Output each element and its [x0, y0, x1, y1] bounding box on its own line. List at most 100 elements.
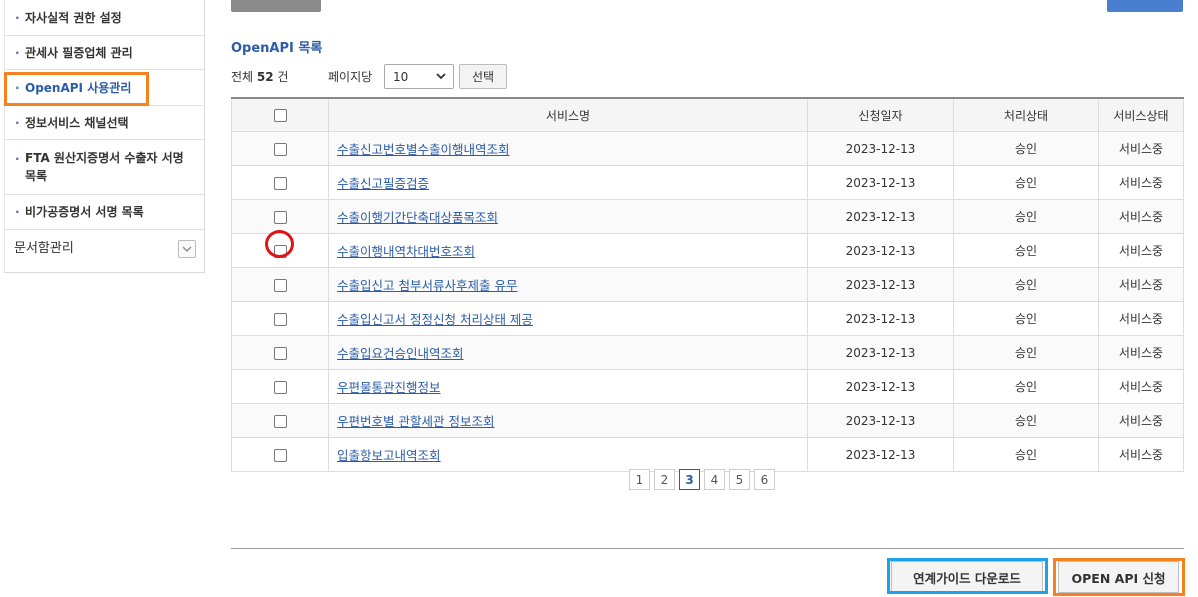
select-all-checkbox[interactable] — [273, 109, 287, 122]
table-row: 입출항보고내역조회 2023-12-13 승인 서비스중 — [231, 437, 1184, 472]
sidebar-item-label: 관세사 필증업체 관리 — [25, 45, 133, 60]
status-cell: 서비스중 — [1098, 437, 1184, 472]
sidebar-item-nonprocess[interactable]: · 비가공증명서 서명 목록 — [5, 195, 204, 230]
bullet-icon: · — [15, 10, 20, 25]
date-cell: 2023-12-13 — [807, 233, 954, 268]
open-api-apply-highlight — [1053, 558, 1185, 596]
process-cell: 승인 — [953, 437, 1099, 472]
process-cell: 승인 — [953, 199, 1099, 234]
row-checkbox[interactable] — [273, 210, 287, 224]
bullet-icon: · — [15, 115, 20, 130]
row-checkbox[interactable] — [273, 346, 287, 360]
divider — [231, 548, 1184, 549]
top-right-button[interactable] — [1107, 0, 1183, 12]
service-cell: 우편번호별 관할세관 정보조회 — [328, 403, 808, 438]
page-4-link[interactable]: 4 — [704, 469, 725, 490]
row-checkbox-cell — [231, 131, 329, 166]
row-checkbox[interactable] — [273, 312, 287, 326]
process-cell: 승인 — [953, 165, 1099, 200]
table-row: 수출입요건승인내역조회 2023-12-13 승인 서비스중 — [231, 335, 1184, 370]
sidebar-item-channel[interactable]: · 정보서비스 채널선택 — [5, 106, 204, 140]
service-link[interactable]: 수출입요건승인내역조회 — [337, 346, 464, 361]
bullet-icon: · — [15, 205, 20, 219]
total-prefix: 전체 — [231, 70, 257, 84]
status-cell: 서비스중 — [1098, 267, 1184, 302]
table-row: 수출이행내역차대번호조회 2023-12-13 승인 서비스중 — [231, 233, 1184, 268]
bullet-icon: · — [15, 152, 20, 166]
page-6-link[interactable]: 6 — [754, 469, 775, 490]
table-row: 우편물통관진행정보 2023-12-13 승인 서비스중 — [231, 369, 1184, 404]
per-page-label: 페이지당 — [328, 70, 373, 84]
process-cell: 승인 — [953, 403, 1099, 438]
page-5-link[interactable]: 5 — [729, 469, 750, 490]
row-checkbox[interactable] — [273, 414, 287, 428]
status-cell: 서비스중 — [1098, 165, 1184, 200]
service-link[interactable]: 입출항보고내역조회 — [337, 448, 441, 463]
page-1-link[interactable]: 1 — [629, 469, 650, 490]
row-checkbox[interactable] — [273, 142, 287, 156]
header-service-status: 서비스상태 — [1098, 98, 1184, 132]
service-cell: 수출신고필증검증 — [328, 165, 808, 200]
service-link[interactable]: 수출입신고서 정정신청 처리상태 제공 — [337, 312, 533, 327]
status-cell: 서비스중 — [1098, 369, 1184, 404]
service-link[interactable]: 수출이행기간단축대상품목조회 — [337, 210, 498, 225]
date-cell: 2023-12-13 — [807, 403, 954, 438]
header-process-status: 처리상태 — [953, 98, 1099, 132]
table-row: 우편번호별 관할세관 정보조회 2023-12-13 승인 서비스중 — [231, 403, 1184, 438]
service-link[interactable]: 수출입신고 첨부서류사후제출 유무 — [337, 278, 517, 293]
status-cell: 서비스중 — [1098, 301, 1184, 336]
row-checkbox[interactable] — [273, 278, 287, 292]
row-checkbox-cell — [231, 199, 329, 234]
process-cell: 승인 — [953, 335, 1099, 370]
process-cell: 승인 — [953, 131, 1099, 166]
sidebar-item-label: FTA 원산지증명서 수출자 서명 목록 — [25, 151, 184, 183]
sidebar-item-customs-broker[interactable]: · 관세사 필증업체 관리 — [5, 36, 204, 70]
date-cell: 2023-12-13 — [807, 437, 954, 472]
status-cell: 서비스중 — [1098, 403, 1184, 438]
service-link[interactable]: 수출신고번호별수출이행내역조회 — [337, 142, 510, 157]
sidebar: · 자사실적 권한 설정 · 관세사 필증업체 관리 · OpenAPI 사용관… — [4, 0, 205, 273]
date-cell: 2023-12-13 — [807, 131, 954, 166]
table-row: 수출입신고 첨부서류사후제출 유무 2023-12-13 승인 서비스중 — [231, 267, 1184, 302]
row-checkbox[interactable] — [273, 380, 287, 394]
service-link[interactable]: 수출이행내역차대번호조회 — [337, 244, 475, 259]
service-cell: 수출신고번호별수출이행내역조회 — [328, 131, 808, 166]
date-cell: 2023-12-13 — [807, 301, 954, 336]
sidebar-item-fta[interactable]: · FTA 원산지증명서 수출자 서명 목록 — [5, 140, 204, 195]
service-link[interactable]: 수출신고필증검증 — [337, 176, 429, 191]
sidebar-item-label: 자사실적 권한 설정 — [25, 10, 122, 25]
date-cell: 2023-12-13 — [807, 335, 954, 370]
guide-download-highlight — [887, 558, 1048, 594]
checkbox-highlight-circle — [265, 230, 294, 258]
date-cell: 2023-12-13 — [807, 165, 954, 200]
pagination: 1 2 3 4 5 6 — [629, 469, 775, 490]
table-row: 수출이행기간단축대상품목조회 2023-12-13 승인 서비스중 — [231, 199, 1184, 234]
per-page-select[interactable]: 10 — [384, 64, 454, 89]
top-left-button[interactable] — [231, 0, 321, 12]
page-3-link[interactable]: 3 — [679, 469, 700, 490]
sidebar-doc-menu-label: 문서함관리 — [14, 241, 74, 256]
bullet-icon: · — [15, 45, 20, 60]
status-cell: 서비스중 — [1098, 131, 1184, 166]
chevron-down-icon[interactable] — [178, 240, 196, 258]
row-checkbox[interactable] — [273, 176, 287, 190]
chevron-down-icon — [435, 69, 447, 86]
table-row: 수출신고필증검증 2023-12-13 승인 서비스중 — [231, 165, 1184, 200]
sidebar-item-own-performance[interactable]: · 자사실적 권한 설정 — [5, 0, 204, 36]
per-page-value: 10 — [393, 69, 409, 84]
service-link[interactable]: 우편번호별 관할세관 정보조회 — [337, 414, 494, 429]
date-cell: 2023-12-13 — [807, 199, 954, 234]
service-cell: 수출입신고 첨부서류사후제출 유무 — [328, 267, 808, 302]
sidebar-doc-menu[interactable]: 문서함관리 — [5, 230, 204, 268]
page-2-link[interactable]: 2 — [654, 469, 675, 490]
select-button[interactable]: 선택 — [459, 64, 507, 89]
row-checkbox-cell — [231, 369, 329, 404]
service-link[interactable]: 우편물통관진행정보 — [337, 380, 441, 395]
page-title: OpenAPI 목록 — [231, 41, 323, 56]
openapi-table: 서비스명 신청일자 처리상태 서비스상태 수출신고번호별수출이행내역조회 202… — [231, 97, 1184, 472]
sidebar-item-label: 정보서비스 채널선택 — [25, 115, 129, 130]
status-cell: 서비스중 — [1098, 233, 1184, 268]
row-checkbox-cell — [231, 335, 329, 370]
process-cell: 승인 — [953, 233, 1099, 268]
row-checkbox[interactable] — [273, 448, 287, 462]
